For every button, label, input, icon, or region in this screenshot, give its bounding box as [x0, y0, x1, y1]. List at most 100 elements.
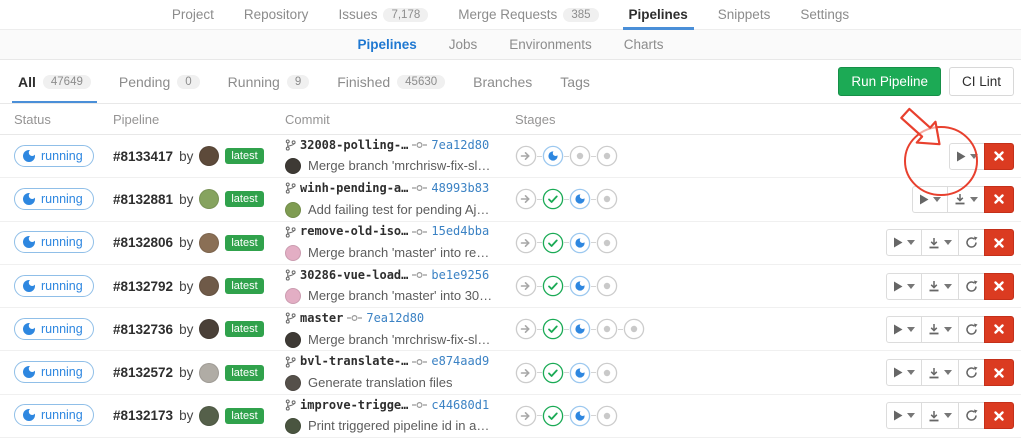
commit-sha-link[interactable]: c44680d1 — [431, 396, 489, 415]
pipeline-number-link[interactable]: #8132173 — [113, 408, 173, 423]
pipeline-status-badge[interactable]: running — [14, 188, 94, 210]
stage-icon-created[interactable] — [569, 145, 591, 167]
cancel-pipeline-button[interactable] — [984, 402, 1014, 429]
stage-icon-running[interactable] — [542, 145, 564, 167]
tab-branches[interactable]: Branches — [459, 60, 546, 103]
stage-icon-created[interactable] — [596, 188, 618, 210]
ci-lint-button[interactable]: CI Lint — [949, 67, 1014, 96]
subnav-item-jobs[interactable]: Jobs — [437, 37, 490, 52]
stage-icon-skipped[interactable] — [515, 405, 537, 427]
subnav-item-charts[interactable]: Charts — [612, 37, 676, 52]
nav-item-issues[interactable]: Issues7,178 — [326, 0, 440, 29]
stage-icon-created[interactable] — [596, 362, 618, 384]
stage-icon-skipped[interactable] — [515, 275, 537, 297]
stage-icon-running[interactable] — [569, 275, 591, 297]
play-pipeline-button[interactable] — [949, 143, 985, 170]
commit-message-link[interactable]: Merge branch 'mrchrisw-fix-sl… — [308, 330, 490, 350]
retry-pipeline-button[interactable] — [958, 273, 985, 300]
commit-message-link[interactable]: Merge branch 'mrchrisw-fix-sl… — [308, 156, 490, 176]
run-pipeline-button[interactable]: Run Pipeline — [838, 67, 941, 96]
tab-running[interactable]: Running9 — [214, 60, 324, 103]
commit-sha-link[interactable]: 48993b83 — [431, 179, 489, 198]
pipeline-status-badge[interactable]: running — [14, 404, 94, 426]
pipeline-status-badge[interactable]: running — [14, 361, 94, 383]
stage-icon-running[interactable] — [569, 188, 591, 210]
commit-author-avatar[interactable] — [285, 418, 301, 434]
pipeline-number-link[interactable]: #8132572 — [113, 365, 173, 380]
commit-author-avatar[interactable] — [285, 332, 301, 348]
stage-icon-running[interactable] — [569, 318, 591, 340]
retry-pipeline-button[interactable] — [958, 316, 985, 343]
cancel-pipeline-button[interactable] — [984, 359, 1014, 386]
pipeline-status-badge[interactable]: running — [14, 275, 94, 297]
retry-pipeline-button[interactable] — [958, 359, 985, 386]
pipeline-user-avatar[interactable] — [199, 363, 219, 383]
commit-author-avatar[interactable] — [285, 288, 301, 304]
play-pipeline-button[interactable] — [912, 186, 948, 213]
cancel-pipeline-button[interactable] — [984, 229, 1014, 256]
nav-item-project[interactable]: Project — [160, 0, 226, 29]
branch-name-link[interactable]: 32008-polling-… — [300, 136, 408, 155]
commit-author-avatar[interactable] — [285, 158, 301, 174]
nav-item-snippets[interactable]: Snippets — [706, 0, 783, 29]
play-pipeline-button[interactable] — [886, 316, 922, 343]
download-artifacts-button[interactable] — [921, 359, 959, 386]
pipeline-user-avatar[interactable] — [199, 146, 219, 166]
stage-icon-success[interactable] — [542, 275, 564, 297]
branch-name-link[interactable]: master — [300, 309, 343, 328]
stage-icon-success[interactable] — [542, 362, 564, 384]
subnav-item-pipelines[interactable]: Pipelines — [345, 37, 428, 52]
cancel-pipeline-button[interactable] — [984, 316, 1014, 343]
branch-name-link[interactable]: winh-pending-a… — [300, 179, 408, 198]
pipeline-user-avatar[interactable] — [199, 276, 219, 296]
commit-sha-link[interactable]: be1e9256 — [431, 266, 489, 285]
cancel-pipeline-button[interactable] — [984, 186, 1014, 213]
stage-icon-skipped[interactable] — [515, 232, 537, 254]
branch-name-link[interactable]: 30286-vue-load… — [300, 266, 408, 285]
stage-icon-created[interactable] — [596, 145, 618, 167]
pipeline-status-badge[interactable]: running — [14, 145, 94, 167]
nav-item-merge-requests[interactable]: Merge Requests385 — [446, 0, 610, 29]
download-artifacts-button[interactable] — [921, 402, 959, 429]
pipeline-status-badge[interactable]: running — [14, 231, 94, 253]
branch-name-link[interactable]: remove-old-iso… — [300, 222, 408, 241]
stage-icon-success[interactable] — [542, 318, 564, 340]
download-artifacts-button[interactable] — [921, 273, 959, 300]
stage-icon-success[interactable] — [542, 188, 564, 210]
commit-message-link[interactable]: Merge branch 'master' into 30… — [308, 286, 492, 306]
tab-finished[interactable]: Finished45630 — [323, 60, 459, 103]
stage-icon-skipped[interactable] — [515, 318, 537, 340]
play-pipeline-button[interactable] — [886, 359, 922, 386]
nav-item-settings[interactable]: Settings — [788, 0, 861, 29]
commit-message-link[interactable]: Generate translation files — [308, 373, 453, 393]
retry-pipeline-button[interactable] — [958, 229, 985, 256]
commit-sha-link[interactable]: 7ea12d80 — [431, 136, 489, 155]
commit-author-avatar[interactable] — [285, 375, 301, 391]
pipeline-number-link[interactable]: #8132881 — [113, 192, 173, 207]
stage-icon-success[interactable] — [542, 232, 564, 254]
pipeline-user-avatar[interactable] — [199, 189, 219, 209]
play-pipeline-button[interactable] — [886, 402, 922, 429]
stage-icon-running[interactable] — [569, 232, 591, 254]
commit-author-avatar[interactable] — [285, 245, 301, 261]
stage-icon-running[interactable] — [569, 405, 591, 427]
commit-author-avatar[interactable] — [285, 202, 301, 218]
pipeline-status-badge[interactable]: running — [14, 318, 94, 340]
branch-name-link[interactable]: improve-trigge… — [300, 396, 408, 415]
stage-icon-created[interactable] — [596, 275, 618, 297]
subnav-item-environments[interactable]: Environments — [497, 37, 604, 52]
commit-message-link[interactable]: Add failing test for pending Aj… — [308, 200, 489, 220]
stage-icon-skipped[interactable] — [515, 145, 537, 167]
cancel-pipeline-button[interactable] — [984, 143, 1014, 170]
commit-message-link[interactable]: Print triggered pipeline id in a… — [308, 416, 489, 436]
stage-icon-success[interactable] — [542, 405, 564, 427]
stage-icon-skipped[interactable] — [515, 188, 537, 210]
stage-icon-created[interactable] — [623, 318, 645, 340]
download-artifacts-button[interactable] — [921, 316, 959, 343]
pipeline-number-link[interactable]: #8132806 — [113, 235, 173, 250]
cancel-pipeline-button[interactable] — [984, 273, 1014, 300]
tab-tags[interactable]: Tags — [546, 60, 604, 103]
pipeline-number-link[interactable]: #8133417 — [113, 149, 173, 164]
play-pipeline-button[interactable] — [886, 229, 922, 256]
commit-sha-link[interactable]: 7ea12d80 — [366, 309, 424, 328]
